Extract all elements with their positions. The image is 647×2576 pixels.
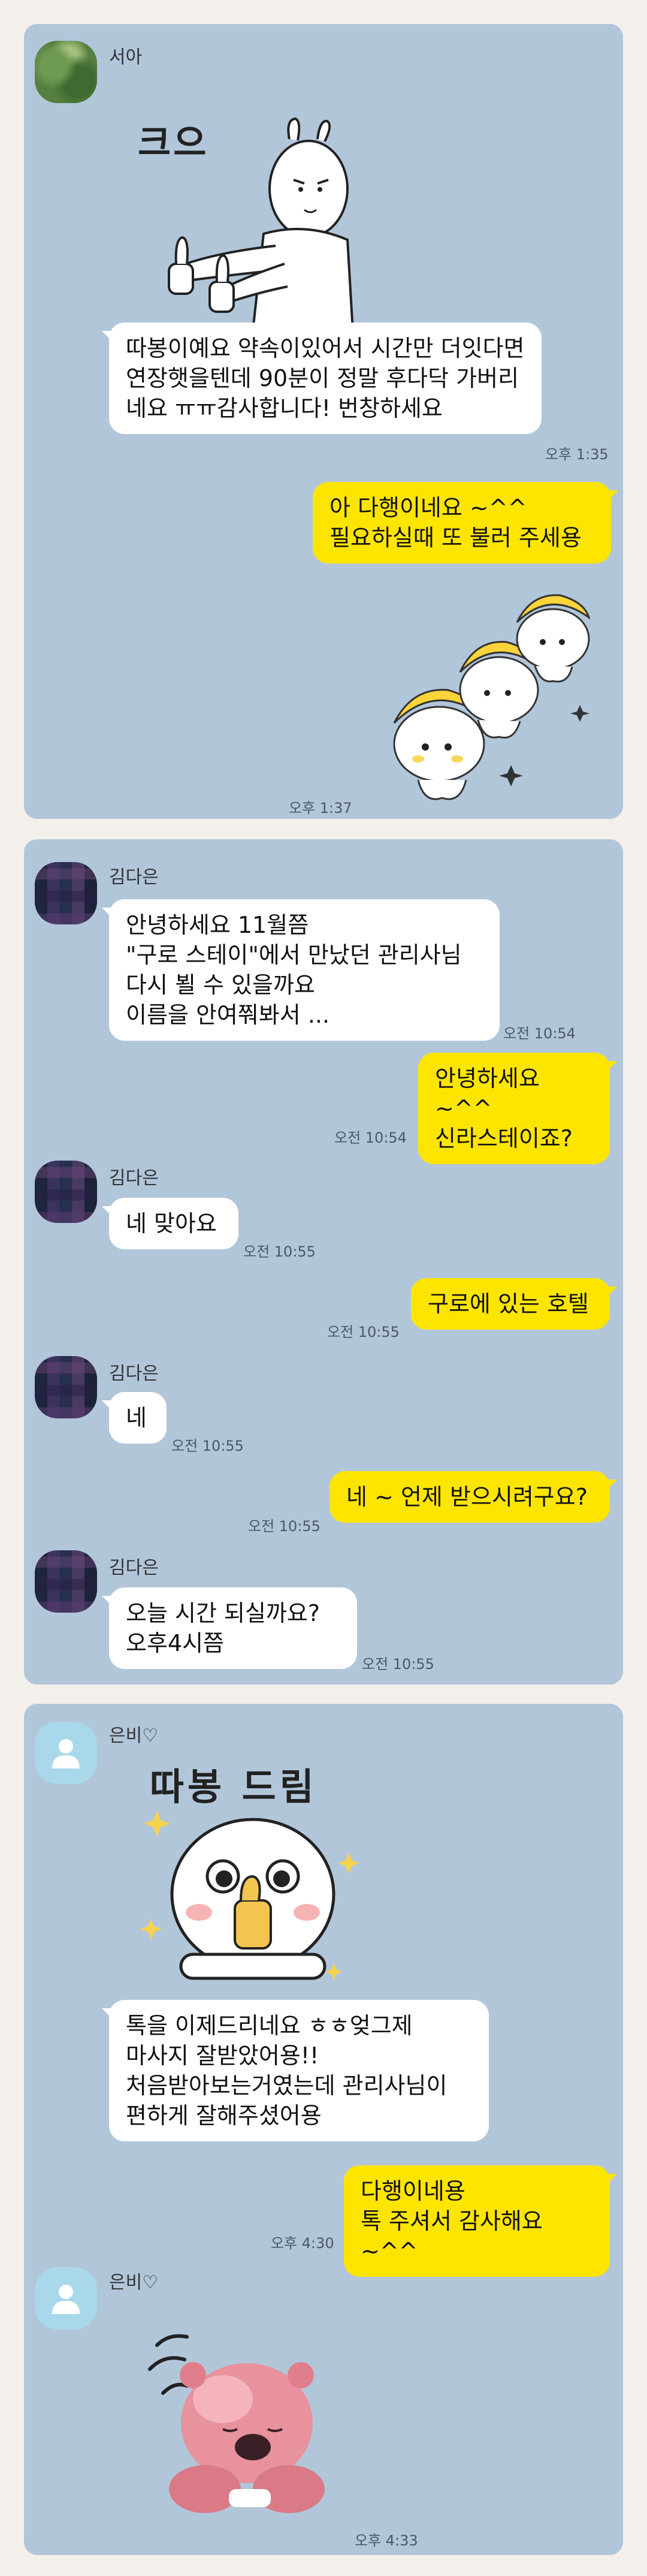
sender-name: 서아: [109, 47, 143, 68]
message-time: 오전 10:55: [327, 1324, 400, 1340]
banana-sticker: [376, 585, 610, 813]
incoming-message-bubble[interactable]: 따봉이예요 약속이있어서 시간만 더잇다면 연장햇을텐데 90분이 정말 후다닥…: [102, 323, 542, 434]
message-time: 오후 4:33: [355, 2532, 418, 2549]
sender-name: 은비♡: [109, 2272, 159, 2293]
outgoing-message-bubble[interactable]: 아 다행이네요 ~^^ 필요하실때 또 불러 주세용: [313, 482, 618, 564]
chat-panel-eunbi: 은비♡ 따봉 드림 톡을 이제드리네요 ㅎㅎ엊그제 마사지 잘받았어용!! 처음…: [24, 1704, 623, 2555]
incoming-message-bubble[interactable]: 안녕하세요 11월쯤 "구로 스테이"에서 만났던 관리사님 다시 뵐 수 있을…: [102, 899, 500, 1041]
profile-avatar[interactable]: [35, 1161, 97, 1223]
chat-panel-kimdaeun: 김다은 안녕하세요 11월쯤 "구로 스테이"에서 만났던 관리사님 다시 뵐 …: [24, 839, 623, 1685]
incoming-message-bubble[interactable]: 오늘 시간 되실까요? 오후4시쯤: [102, 1587, 357, 1669]
outgoing-message-bubble[interactable]: 구로에 있는 호텔: [411, 1278, 617, 1330]
outgoing-message-bubble[interactable]: 다행이네용 톡 주셔서 감사해요 ~^^: [344, 2165, 617, 2277]
message-time: 오후 4:30: [271, 2235, 334, 2252]
incoming-message-bubble[interactable]: 네 맞아요: [102, 1198, 238, 1249]
incoming-message-bubble[interactable]: 네: [102, 1392, 167, 1444]
outgoing-message-bubble[interactable]: 안녕하세요 ~^^ 신라스테이죠?: [418, 1053, 617, 1164]
message-time: 오전 10:55: [248, 1518, 321, 1535]
sender-name: 김다은: [109, 1363, 159, 1384]
message-time: 오전 10:54: [503, 1025, 576, 1042]
message-time: 오전 10:55: [171, 1438, 244, 1454]
sender-name: 김다은: [109, 867, 159, 888]
pink-character-sticker: [133, 2309, 361, 2525]
sticker-image: 따봉 드림: [127, 1756, 379, 2008]
sticker-image: 크으: [114, 84, 389, 342]
profile-avatar[interactable]: [35, 1722, 97, 1784]
outgoing-message-bubble[interactable]: 네 ~ 언제 받으시려구요?: [329, 1471, 617, 1523]
profile-avatar[interactable]: [35, 2267, 97, 2330]
profile-avatar[interactable]: [35, 1356, 97, 1418]
profile-avatar[interactable]: [35, 41, 97, 103]
message-time: 오후 1:35: [545, 446, 609, 463]
incoming-message-bubble[interactable]: 톡을 이제드리네요 ㅎㅎ엊그제 마사지 잘받았어용!! 처음받아보는거였는데 관…: [102, 2000, 489, 2141]
profile-avatar[interactable]: [35, 862, 97, 924]
sender-name: 김다은: [109, 1168, 159, 1189]
profile-avatar[interactable]: [35, 1550, 97, 1613]
message-time: 오후 1:37: [289, 800, 352, 817]
sender-name: 은비♡: [109, 1725, 159, 1746]
sender-name: 김다은: [109, 1557, 159, 1578]
person-icon: [52, 2285, 80, 2314]
message-time: 오전 10:54: [334, 1129, 407, 1146]
message-time: 오전 10:55: [243, 1243, 316, 1260]
chat-panel-seoa: 서아 크으 따봉이예요 약속이있어서 시간만 더잇다면 연장햇을텐데 90분이 …: [24, 24, 623, 819]
person-icon: [52, 1739, 80, 1768]
message-time: 오전 10:55: [362, 1656, 434, 1673]
